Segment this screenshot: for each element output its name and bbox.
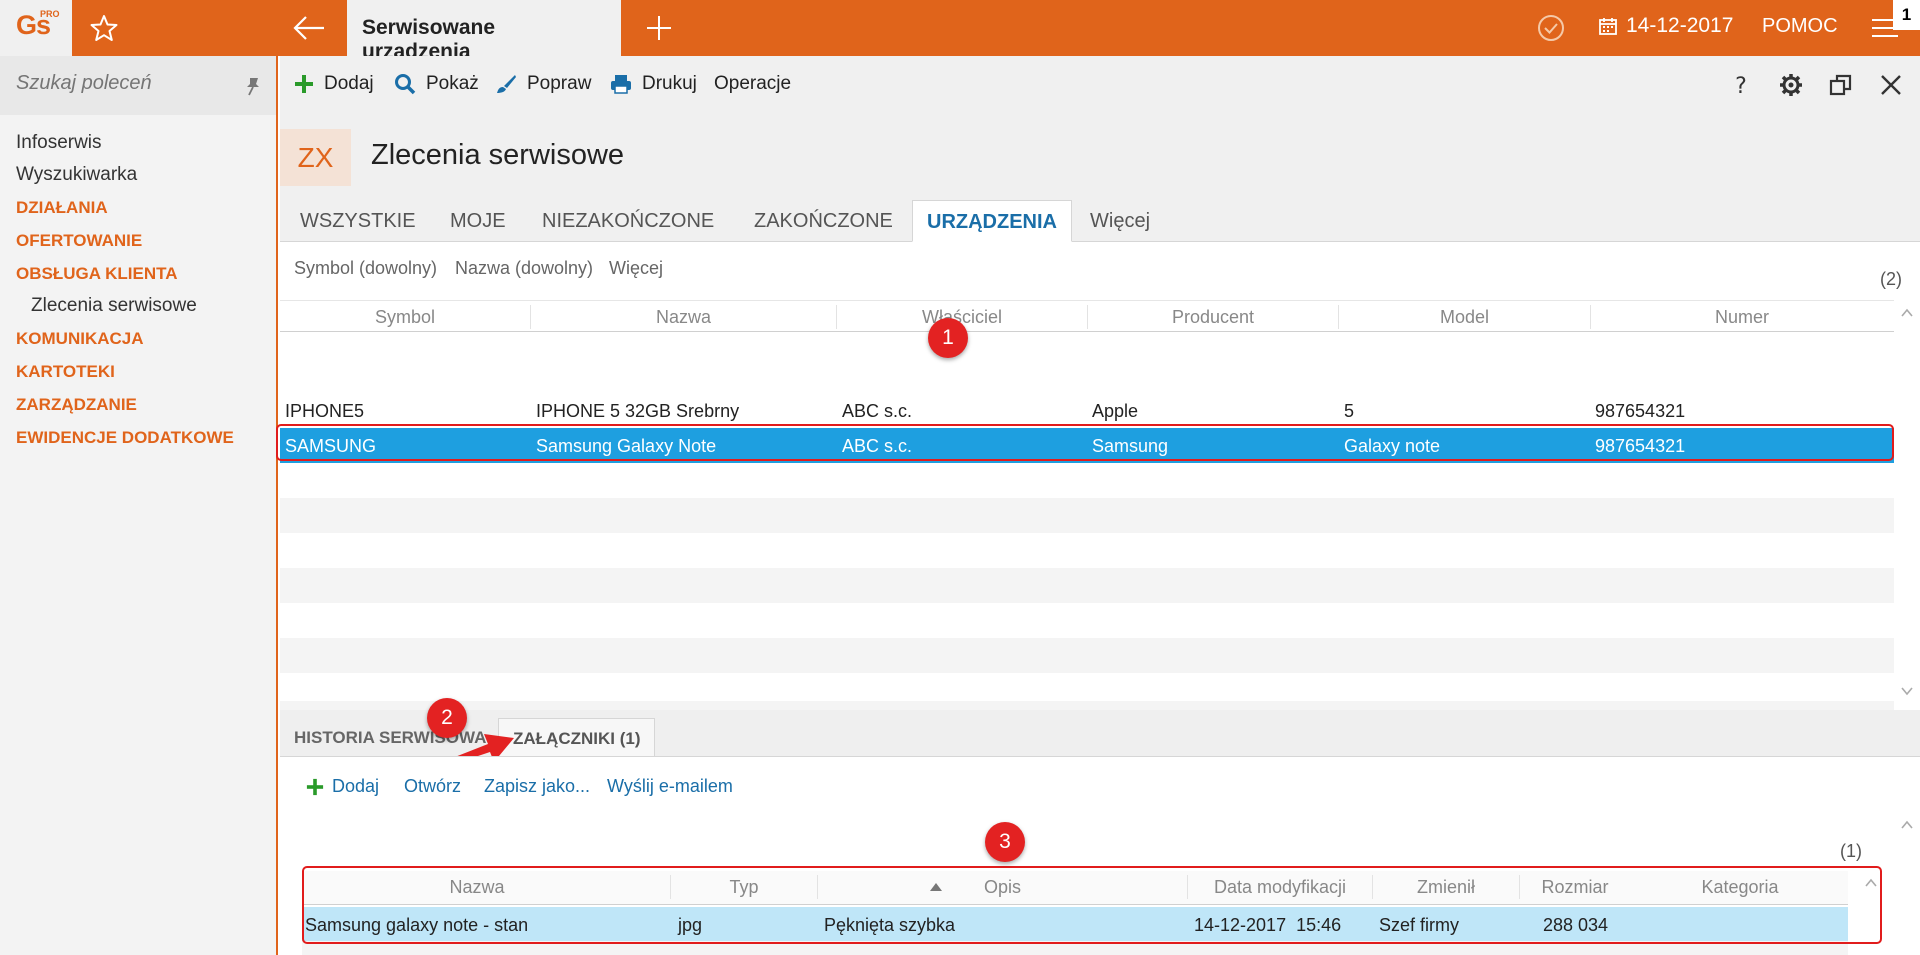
new-tab-plus-icon[interactable]	[643, 12, 675, 44]
magnifier-icon	[395, 74, 416, 95]
col-model[interactable]: Model	[1339, 307, 1590, 328]
logo-box[interactable]: Gs PRO	[0, 0, 72, 56]
col-numer[interactable]: Numer	[1591, 307, 1893, 328]
sidebar-item-ewidencje-dodatkowe[interactable]: EWIDENCJE DODATKOWE	[0, 421, 276, 454]
tab-wiecej[interactable]: Więcej	[1090, 210, 1150, 233]
operations-button-label: Operacje	[714, 73, 792, 94]
tab-niezakonczone[interactable]: NIEZAKOŃCZONE	[542, 210, 714, 233]
top-bar: Gs PRO Serwisowane urządzenia 14-12-2017…	[0, 0, 1920, 63]
annotation-marker-3: 3	[985, 822, 1025, 862]
annotation-marker-1: 1	[928, 318, 968, 358]
toolbar: Dodaj Pokaż Popraw Drukuj Operacje ?	[280, 56, 1920, 114]
edit-button-label: Popraw	[527, 73, 592, 94]
cell-wlasciciel: ABC s.c.	[842, 401, 913, 421]
tab-bar: WSZYSTKIE MOJE NIEZAKOŃCZONE ZAKOŃCZONE …	[280, 200, 1920, 242]
scroll-up-chevron-icon[interactable]	[1900, 306, 1914, 320]
cell-nazwa: IPHONE 5 32GB Srebrny	[536, 401, 740, 421]
tab-moje[interactable]: MOJE	[450, 210, 506, 233]
gear-icon[interactable]	[1778, 72, 1804, 98]
empty-row	[280, 701, 1894, 710]
empty-row	[280, 568, 1894, 603]
attachment-email-button[interactable]: Wyślij e-mailem	[607, 776, 733, 797]
sidebar: Infoserwis Wyszukiwarka DZIAŁANIA OFERTO…	[0, 56, 278, 955]
help-question-icon[interactable]: ?	[1728, 72, 1754, 98]
plus-icon	[306, 778, 324, 795]
sidebar-item-dzialania[interactable]: DZIAŁANIA	[0, 191, 276, 224]
attachment-add-button[interactable]: Dodaj	[306, 776, 379, 797]
open-window-tab[interactable]: Serwisowane urządzenia	[347, 0, 621, 63]
restore-window-icon[interactable]	[1828, 72, 1854, 98]
sidebar-item-wyszukiwarka[interactable]: Wyszukiwarka	[0, 159, 276, 191]
sidebar-item-infoserwis[interactable]: Infoserwis	[0, 127, 276, 159]
col-producent[interactable]: Producent	[1088, 307, 1338, 328]
devices-grid-header: Symbol Nazwa Właściciel Producent Model …	[280, 300, 1894, 332]
cell-symbol: IPHONE5	[285, 401, 365, 421]
sidebar-item-zlecenia-serwisowe[interactable]: Zlecenia serwisowe	[0, 290, 276, 322]
main-area: Dodaj Pokaż Popraw Drukuj Operacje ? ZX …	[276, 56, 1920, 955]
print-button[interactable]: Drukuj	[610, 73, 697, 95]
attachment-count: (1)	[1840, 841, 1862, 861]
brush-icon	[497, 75, 516, 93]
add-button[interactable]: Dodaj	[294, 73, 374, 95]
filter-nazwa[interactable]: Nazwa (dowolny)	[455, 258, 593, 279]
printer-icon	[611, 75, 631, 94]
cell-producent: Apple	[1092, 401, 1139, 421]
sidebar-nav: Infoserwis Wyszukiwarka DZIAŁANIA OFERTO…	[0, 115, 276, 454]
highlight-selected-device	[276, 424, 1894, 461]
filter-symbol[interactable]: Symbol (dowolny)	[294, 258, 437, 279]
favorites-star-icon[interactable]	[88, 12, 120, 44]
app-logo-pro: PRO	[40, 9, 60, 19]
calendar-icon	[1599, 18, 1617, 35]
edit-button[interactable]: Popraw	[495, 73, 591, 95]
command-search	[0, 56, 276, 115]
pin-icon[interactable]	[244, 76, 262, 96]
sidebar-item-obsluga-klienta[interactable]: OBSŁUGA KLIENTA	[0, 257, 276, 290]
operations-button[interactable]: Operacje	[714, 73, 791, 95]
sidebar-item-zarzadzanie[interactable]: ZARZĄDZANIE	[0, 388, 276, 421]
module-badge: ZX	[280, 129, 351, 186]
cell-model: 5	[1344, 401, 1355, 421]
show-button-label: Pokaż	[426, 73, 479, 94]
plus-icon	[295, 75, 313, 93]
svg-text:?: ?	[1735, 74, 1747, 98]
command-search-input[interactable]	[16, 72, 236, 95]
highlight-attachments-grid	[302, 866, 1882, 944]
print-button-label: Drukuj	[642, 73, 697, 94]
filter-wiecej[interactable]: Więcej	[609, 258, 663, 279]
sidebar-item-ofertowanie[interactable]: OFERTOWANIE	[0, 224, 276, 257]
current-date: 14-12-2017	[1626, 14, 1734, 37]
empty-row	[280, 638, 1894, 673]
cell-numer: 987654321	[1595, 401, 1686, 421]
attachment-open-button[interactable]: Otwórz	[404, 776, 461, 797]
tasks-check-icon[interactable]	[1536, 13, 1566, 43]
table-row[interactable]: IPHONE5 IPHONE 5 32GB Srebrny ABC s.c. A…	[280, 393, 1894, 428]
col-nazwa[interactable]: Nazwa	[531, 307, 836, 328]
subtab-zalaczniki[interactable]: ZAŁĄCZNIKI (1)	[498, 718, 656, 756]
tab-urzadzenia[interactable]: URZĄDZENIA	[912, 200, 1072, 242]
sidebar-item-komunikacja[interactable]: KOMUNIKACJA	[0, 322, 276, 355]
help-link[interactable]: POMOC	[1762, 15, 1838, 38]
attachment-add-label: Dodaj	[332, 776, 380, 796]
page-title: Zlecenia serwisowe	[371, 139, 625, 171]
empty-row	[280, 498, 1894, 533]
tab-zakonczone[interactable]: ZAKOŃCZONE	[754, 210, 893, 233]
record-count: (2)	[1880, 269, 1902, 289]
back-arrow-icon[interactable]	[292, 12, 328, 44]
sidebar-item-kartoteki[interactable]: KARTOTEKI	[0, 355, 276, 388]
close-icon[interactable]	[1878, 72, 1904, 98]
scroll-up-chevron-icon[interactable]	[1900, 818, 1914, 832]
col-symbol[interactable]: Symbol	[280, 307, 530, 328]
show-button[interactable]: Pokaż	[394, 73, 479, 95]
tab-wszystkie[interactable]: WSZYSTKIE	[300, 210, 416, 233]
filter-bar: Symbol (dowolny) Nazwa (dowolny) Więcej	[280, 242, 1920, 299]
add-button-label: Dodaj	[324, 73, 374, 94]
attachment-save-as-button[interactable]: Zapisz jako...	[484, 776, 590, 797]
notification-badge[interactable]: 1	[1893, 0, 1920, 30]
scroll-down-chevron-icon[interactable]	[1900, 684, 1914, 698]
date-display[interactable]: 14-12-2017	[1598, 14, 1733, 38]
